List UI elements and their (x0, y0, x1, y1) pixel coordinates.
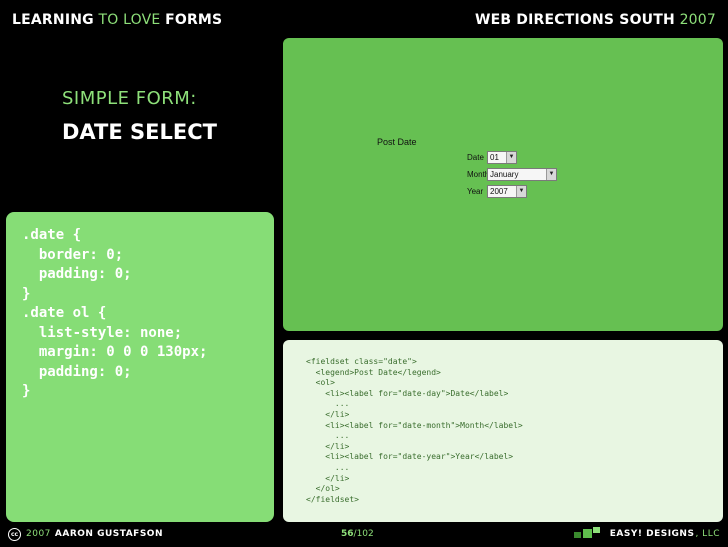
html-code-block: <fieldset class="date"> <legend>Post Dat… (306, 357, 523, 504)
header-event: WEB DIRECTIONS SOUTH 2007 (475, 12, 716, 28)
list-item: Date 01 ▼ (467, 150, 557, 164)
date-day-label: Date (467, 152, 484, 162)
easy-designs-logo-icon (573, 526, 600, 542)
chevron-down-icon[interactable]: ▼ (546, 168, 556, 180)
footer-brand: EASY! DESIGNS, LLC (573, 526, 720, 542)
footer-brand-name: EASY! DESIGNS (609, 529, 695, 539)
header-title-learning: LEARNING (12, 12, 94, 28)
page-counter: 56/102 (341, 527, 374, 541)
page-current: 56 (341, 529, 354, 539)
date-field-list: Date 01 ▼ Month January ▼ Year 2007 ▼ (467, 150, 557, 201)
list-item: Year 2007 ▼ (467, 184, 557, 198)
creative-commons-icon: cc (8, 527, 21, 541)
header-event-name: WEB DIRECTIONS SOUTH (474, 12, 675, 28)
css-code-panel: .date { border: 0; padding: 0; } .date o… (6, 212, 274, 522)
date-month-value: January (490, 169, 519, 179)
footer-brand-suffix: , LLC (695, 529, 720, 539)
date-year-value: 2007 (490, 186, 508, 196)
slide-title: DATE SELECT (62, 120, 217, 144)
date-year-select[interactable]: 2007 ▼ (487, 184, 527, 198)
header-event-year: 2007 (679, 12, 716, 28)
header-title: LEARNING TO LOVE FORMS (12, 12, 222, 28)
date-day-value: 01 (490, 152, 499, 162)
footer-year: 2007 (26, 529, 51, 539)
footer-author: AARON GUSTAFSON (54, 529, 163, 539)
header-title-to-love: TO LOVE (98, 12, 161, 28)
chevron-down-icon[interactable]: ▼ (516, 185, 526, 197)
html-code-panel: <fieldset class="date"> <legend>Post Dat… (283, 340, 723, 522)
css-code-block: .date { border: 0; padding: 0; } .date o… (22, 227, 208, 399)
page-total: 102 (356, 529, 374, 539)
fieldset-legend: Post Date (377, 137, 417, 147)
footer-credit: cc 2007 AARON GUSTAFSON (8, 527, 163, 541)
list-item: Month January ▼ (467, 167, 557, 181)
header-title-forms: FORMS (165, 12, 223, 28)
date-day-select[interactable]: 01 ▼ (487, 150, 517, 164)
date-month-label: Month (467, 169, 490, 179)
form-demo-panel: Post Date Date 01 ▼ Month January ▼ Year… (283, 38, 723, 331)
date-month-select[interactable]: January ▼ (487, 167, 557, 181)
slide-subtitle: SIMPLE FORM: (62, 88, 197, 109)
chevron-down-icon[interactable]: ▼ (506, 151, 516, 163)
date-year-label: Year (467, 186, 484, 196)
